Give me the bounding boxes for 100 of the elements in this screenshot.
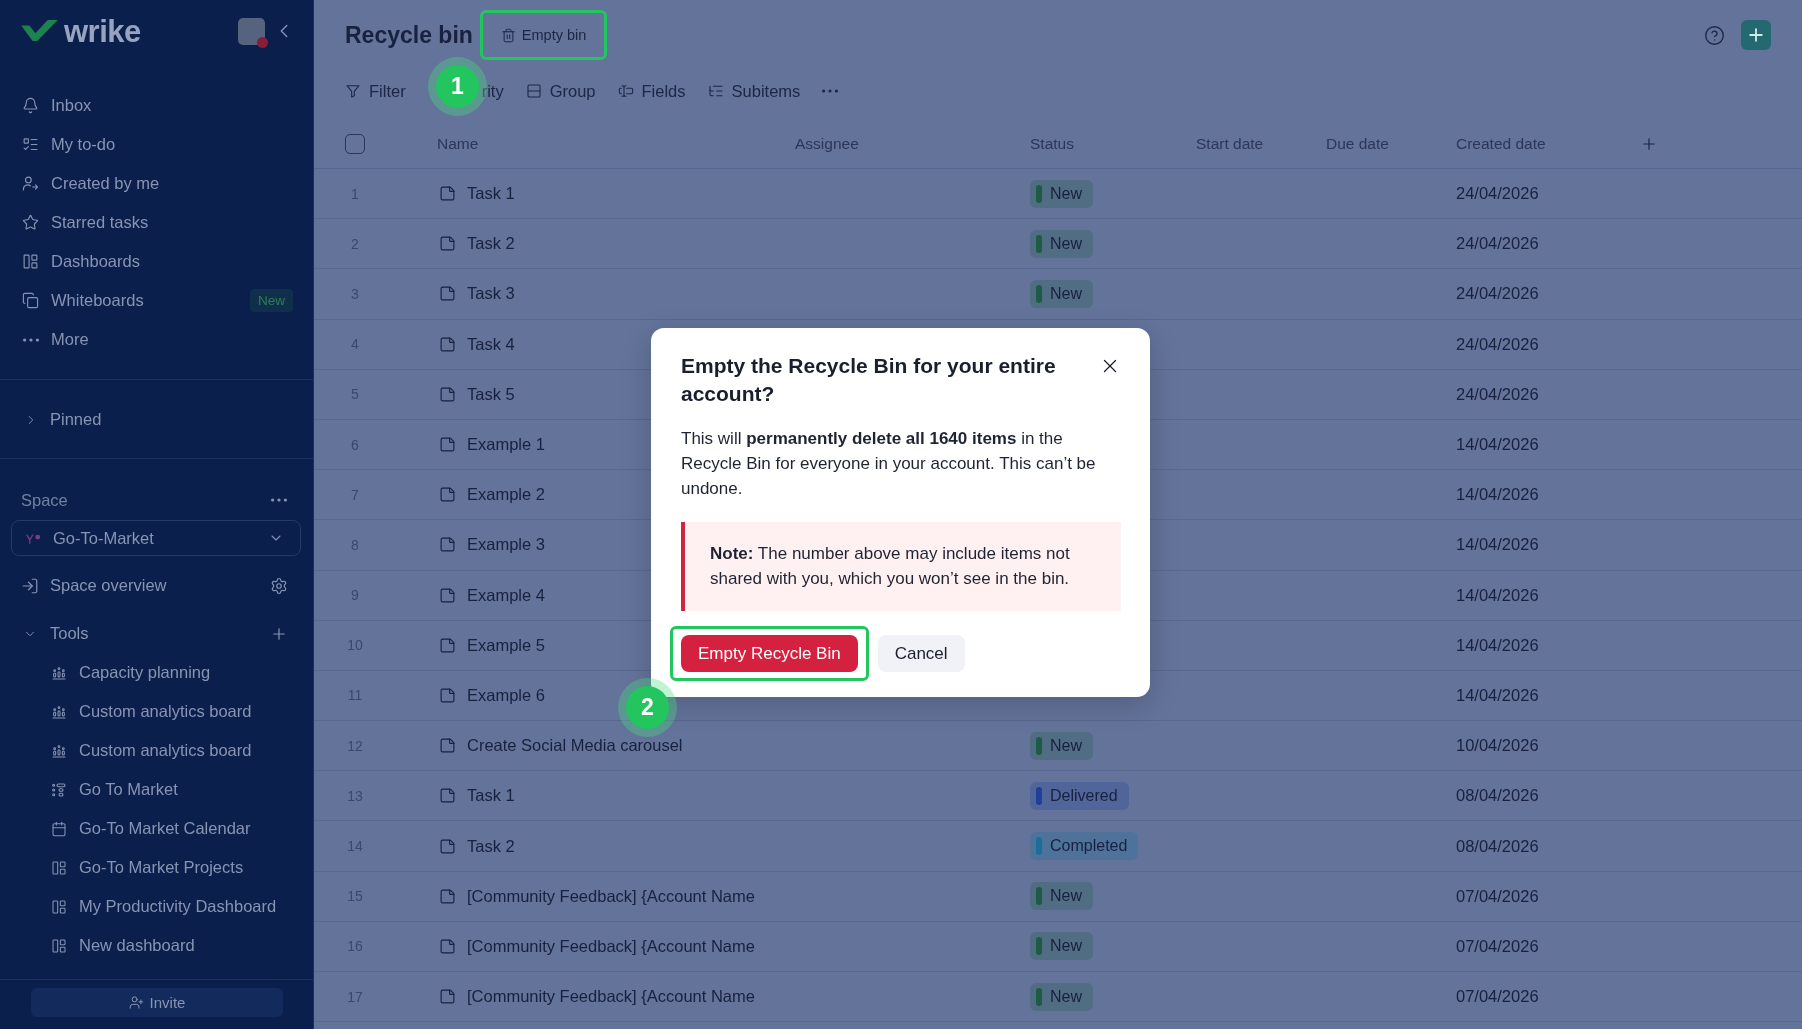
tool-item[interactable]: Go-To Market Projects — [0, 848, 313, 887]
task-name[interactable]: Task 2 — [467, 836, 515, 856]
calendar-icon — [51, 820, 67, 837]
created-date: 24/04/2026 — [1456, 234, 1540, 254]
created-date: 07/04/2026 — [1456, 936, 1540, 956]
created-date: 07/04/2026 — [1456, 987, 1540, 1007]
nav-item[interactable]: Dashboards — [0, 242, 313, 281]
task-name[interactable]: Example 6 — [467, 685, 545, 705]
more-icon[interactable] — [822, 89, 839, 93]
column-header[interactable]: Assignee — [795, 135, 1030, 153]
toolbar-button[interactable]: Fields — [617, 81, 686, 101]
tool-item[interactable]: Go-To Market Calendar — [0, 809, 313, 848]
note-icon — [439, 536, 456, 554]
tools-section-toggle[interactable]: Tools — [0, 614, 313, 653]
dialog-message: This will permanently delete all 1640 items in the Recycle Bin for everyone in your account. This can’t be undone. — [681, 428, 1097, 500]
space-logo-icon — [26, 532, 41, 544]
tool-item[interactable]: Custom analytics board — [0, 731, 313, 770]
created-date: 14/04/2026 — [1456, 635, 1540, 655]
panel-layout-icon — [51, 859, 67, 876]
task-name[interactable]: Task 5 — [467, 384, 515, 404]
note-icon — [439, 436, 456, 454]
column-header[interactable]: Status — [1030, 135, 1196, 153]
toolbar-button[interactable]: Subitems — [707, 81, 801, 101]
task-name[interactable]: Example 3 — [467, 535, 545, 555]
avatar-placeholder[interactable] — [238, 17, 265, 45]
column-header[interactable]: Start date — [1196, 135, 1326, 153]
nav-item[interactable]: Starred tasks — [0, 203, 313, 242]
nav-item[interactable]: Whiteboards New — [0, 281, 313, 320]
task-name[interactable]: Task 1 — [467, 184, 515, 204]
tool-item[interactable]: My Productivity Dashboard — [0, 887, 313, 926]
step-marker: 1 — [435, 65, 479, 108]
more-icon — [22, 337, 39, 342]
note-icon — [439, 887, 456, 905]
nav-item[interactable]: My to-do — [0, 125, 313, 164]
column-header[interactable]: Name — [437, 135, 795, 153]
warning-note: Note: The number above may include items not shared with you, which you won’t see in the bin. — [681, 522, 1121, 611]
pinned-section-toggle[interactable]: Pinned — [0, 400, 313, 439]
step-marker: 2 — [626, 686, 669, 729]
rows-icon — [525, 83, 542, 99]
user-plus-icon — [128, 995, 144, 1010]
task-name[interactable]: Task 1 — [467, 786, 515, 806]
empty-bin-button[interactable]: Empty bin — [490, 21, 597, 49]
created-date: 08/04/2026 — [1456, 786, 1540, 806]
more-icon[interactable] — [271, 498, 287, 502]
task-name[interactable]: Create Social Media carousel — [467, 736, 683, 756]
status-label: New — [1050, 987, 1082, 1006]
created-date: 14/04/2026 — [1456, 435, 1540, 455]
copy-icon — [22, 292, 39, 309]
tool-item[interactable]: New dashboard — [0, 926, 313, 965]
note-icon — [439, 686, 456, 704]
nav-item[interactable]: More — [0, 320, 313, 359]
tool-item[interactable]: Custom analytics board — [0, 692, 313, 731]
plus-icon[interactable] — [1640, 135, 1658, 153]
task-name[interactable]: Example 1 — [467, 435, 545, 455]
section-label: Space — [21, 490, 68, 510]
status-label: New — [1050, 887, 1082, 906]
status-label: Delivered — [1050, 786, 1118, 805]
cancel-button[interactable]: Cancel — [877, 635, 965, 672]
task-name[interactable]: Example 5 — [467, 635, 545, 655]
created-date: 14/04/2026 — [1456, 585, 1540, 605]
toolbar-button[interactable]: rity — [481, 81, 504, 101]
task-name[interactable]: [Community Feedback] {Account Name — [467, 886, 755, 906]
created-date: 10/04/2026 — [1456, 736, 1540, 756]
nav-item[interactable]: Created by me — [0, 164, 313, 203]
new-badge: New — [250, 289, 293, 312]
column-header[interactable]: Due date — [1326, 135, 1456, 153]
created-date: 14/04/2026 — [1456, 485, 1540, 505]
bar-chart-icon — [51, 703, 67, 720]
invite-button[interactable]: Invite — [31, 988, 283, 1017]
toolbar-button[interactable]: Group — [525, 81, 596, 101]
created-date: 08/04/2026 — [1456, 836, 1540, 856]
toolbar-button[interactable]: Filter — [345, 81, 406, 101]
bar-chart-icon — [51, 664, 67, 681]
created-date: 14/04/2026 — [1456, 535, 1540, 555]
note-icon — [439, 737, 456, 755]
status-label: New — [1050, 234, 1082, 253]
empty-recycle-bin-button[interactable]: Empty Recycle Bin — [681, 635, 858, 672]
space-dropdown[interactable]: Go-To-Market — [11, 520, 301, 556]
help-icon[interactable] — [1704, 24, 1725, 46]
note-icon — [439, 937, 456, 955]
tool-item[interactable]: Go To Market — [0, 770, 313, 809]
checklist-icon — [22, 136, 39, 153]
status-label: New — [1050, 284, 1082, 303]
task-name[interactable]: Task 3 — [467, 284, 515, 304]
select-all-checkbox[interactable] — [345, 134, 365, 154]
tool-item[interactable]: Capacity planning — [0, 653, 313, 692]
task-name[interactable]: [Community Feedback] {Account Name — [467, 987, 755, 1007]
column-header[interactable]: Created date — [1456, 135, 1640, 153]
settings-icon[interactable] — [270, 576, 288, 595]
task-name[interactable]: Example 4 — [467, 585, 545, 605]
created-date: 24/04/2026 — [1456, 334, 1540, 354]
note-icon — [439, 586, 456, 604]
note-icon — [439, 636, 456, 654]
task-name[interactable]: Example 2 — [467, 485, 545, 505]
task-name[interactable]: [Community Feedback] {Account Name — [467, 936, 755, 956]
nav-item[interactable]: Inbox — [0, 86, 313, 125]
task-name[interactable]: Task 4 — [467, 334, 515, 354]
add-button[interactable] — [1741, 20, 1771, 50]
space-overview-link[interactable]: Space overview — [0, 566, 313, 605]
task-name[interactable]: Task 2 — [467, 234, 515, 254]
